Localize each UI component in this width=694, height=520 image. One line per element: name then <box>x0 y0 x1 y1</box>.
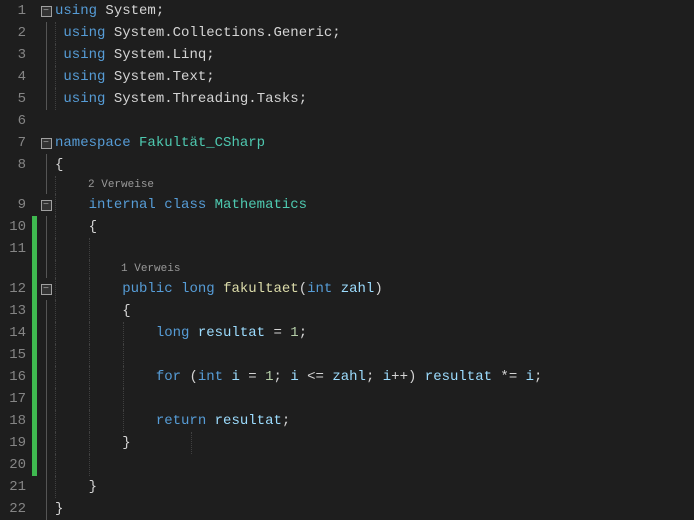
code-line[interactable]: } <box>55 476 694 498</box>
codelens-references[interactable]: 1 Verweis <box>55 260 694 278</box>
code-line[interactable] <box>55 110 694 132</box>
fold-toggle-icon[interactable]: − <box>41 138 52 149</box>
codelens-references[interactable]: 2 Verweise <box>55 176 694 194</box>
code-line[interactable]: for (int i = 1; i <= zahl; i++) resultat… <box>55 366 694 388</box>
code-line[interactable]: } <box>55 498 694 520</box>
code-line[interactable]: return resultat; <box>55 410 694 432</box>
fold-toggle-icon[interactable]: − <box>41 200 52 211</box>
code-area[interactable]: using System; using System.Collections.G… <box>55 0 694 505</box>
code-line[interactable]: long resultat = 1; <box>55 322 694 344</box>
code-line[interactable] <box>55 344 694 366</box>
code-line[interactable]: } <box>55 432 694 454</box>
code-line[interactable]: using System.Threading.Tasks; <box>55 88 694 110</box>
code-line[interactable]: { <box>55 154 694 176</box>
code-line[interactable]: using System.Collections.Generic; <box>55 22 694 44</box>
code-line[interactable] <box>55 454 694 476</box>
code-line[interactable]: using System.Text; <box>55 66 694 88</box>
code-line[interactable] <box>55 238 694 260</box>
fold-toggle-icon[interactable]: − <box>41 284 52 295</box>
fold-toggle-icon[interactable]: − <box>41 6 52 17</box>
code-line[interactable]: { <box>55 300 694 322</box>
code-line[interactable]: using System; <box>55 0 694 22</box>
code-line[interactable]: internal class Mathematics <box>55 194 694 216</box>
fold-column: − − − − <box>37 0 55 505</box>
code-line[interactable]: public long fakultaet(int zahl) <box>55 278 694 300</box>
code-line[interactable] <box>55 388 694 410</box>
code-line[interactable]: namespace Fakultät_CSharp <box>55 132 694 154</box>
line-number-gutter: 1 2 3 4 5 6 7 8 9 10 11 12 13 14 15 16 1… <box>0 0 32 505</box>
code-line[interactable]: using System.Linq; <box>55 44 694 66</box>
code-line[interactable]: { <box>55 216 694 238</box>
code-editor[interactable]: 1 2 3 4 5 6 7 8 9 10 11 12 13 14 15 16 1… <box>0 0 694 505</box>
